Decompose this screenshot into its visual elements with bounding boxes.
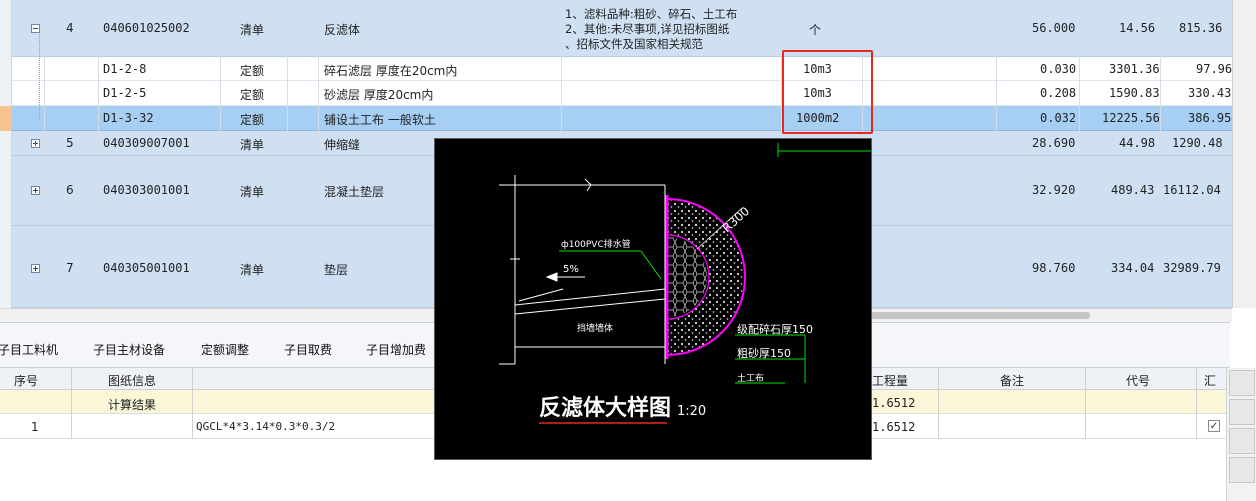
row-qty: 1.6512 [872, 420, 916, 434]
header-drawing: 图纸信息 [108, 374, 157, 388]
drawing-scale: 1:20 [677, 404, 706, 419]
sand-label: 粗砂厚150 [737, 347, 791, 360]
item-type: 清单 [240, 263, 265, 277]
item-qty: 98.760 [1032, 261, 1076, 275]
tab-main-materials[interactable]: 子目主材设备 [93, 341, 165, 358]
item-feature-line: 2、其他:未尽事项,详见招标图纸 [565, 22, 730, 36]
item-qty: 32.920 [1032, 183, 1076, 197]
result-label: 计算结果 [108, 398, 157, 412]
wall-outline [499, 175, 666, 365]
item-qty: 28.690 [1032, 136, 1076, 150]
tree-guide [39, 34, 40, 119]
side-button[interactable] [1229, 370, 1255, 396]
side-button[interactable] [1229, 428, 1255, 454]
tab-materials[interactable]: 子目工料机 [0, 341, 58, 358]
left-gutter [0, 0, 12, 308]
wall-label: 挡墙墙体 [577, 322, 613, 334]
item-code: 040305001001 [103, 261, 190, 275]
item-total: 32989.79 [1163, 261, 1221, 275]
item-type: 定额 [240, 88, 265, 102]
item-name: 砂滤层 厚度20cm内 [324, 88, 434, 102]
item-price: 14.56 [1119, 21, 1156, 35]
unit-highlight-box [782, 50, 873, 134]
item-qty: 56.000 [1032, 21, 1076, 35]
side-button[interactable] [1229, 399, 1255, 425]
item-price: 44.98 [1119, 136, 1156, 150]
item-name: 垫层 [324, 263, 349, 277]
item-price: 489.43 [1111, 183, 1155, 197]
item-name: 伸缩缝 [324, 138, 361, 152]
header-code: 代号 [1126, 374, 1151, 388]
expand-toggle-icon[interactable] [31, 186, 40, 195]
item-feature-line: 1、滤料品种:粗砂、碎石、土工布 [565, 7, 738, 21]
cad-drawing-svg: 5% ф100PVC排水管 R300 挡墙墙体 级配碎石厚150 粗砂厚150 … [499, 143, 871, 424]
formula-cell[interactable]: QGCL*4*3.14*0.3*0.3/2 [196, 420, 335, 433]
item-name: 碎石滤层 厚度在20cm内 [324, 64, 458, 78]
row-seq: 1 [31, 420, 39, 434]
row-number: 5 [66, 136, 74, 150]
item-code: 040303001001 [103, 183, 190, 197]
item-price: 1590.83 [1109, 86, 1160, 100]
item-code: 040601025002 [103, 21, 190, 35]
header-qty: 工程量 [872, 374, 909, 388]
item-price: 12225.56 [1102, 111, 1160, 125]
item-total: 1290.48 [1172, 136, 1223, 150]
radius-label: R300 [720, 204, 753, 235]
slope-label: 5% [563, 264, 579, 275]
item-code: D1-2-8 [103, 62, 147, 76]
row-number: 4 [66, 21, 74, 35]
vertical-scrollbar[interactable] [1232, 0, 1256, 308]
cad-drawing-image: 5% ф100PVC排水管 R300 挡墙墙体 级配碎石厚150 粗砂厚150 … [434, 138, 872, 460]
pipe-label: ф100PVC排水管 [561, 238, 631, 250]
collapse-toggle-icon[interactable] [31, 24, 40, 33]
item-unit: 个 [809, 23, 822, 37]
expand-toggle-icon[interactable] [31, 139, 40, 148]
item-type: 清单 [240, 185, 265, 199]
item-price: 334.04 [1111, 261, 1155, 275]
item-qty: 0.030 [1040, 62, 1077, 76]
tab-fees[interactable]: 子目取费 [284, 341, 332, 358]
item-qty: 0.032 [1040, 111, 1077, 125]
item-total: 330.43 [1188, 86, 1232, 100]
header-note: 备注 [1000, 374, 1025, 388]
expand-toggle-icon[interactable] [31, 264, 40, 273]
header-sum: 汇 [1204, 374, 1217, 388]
row-number: 6 [66, 183, 74, 197]
item-type: 清单 [240, 23, 265, 37]
item-total: 815.36 [1179, 21, 1223, 35]
item-type: 定额 [240, 64, 265, 78]
scrollbar-thumb[interactable] [860, 312, 1090, 319]
item-code: 040309007001 [103, 136, 190, 150]
item-qty: 0.208 [1040, 86, 1077, 100]
item-total: 386.95 [1188, 111, 1232, 125]
item-type: 定额 [240, 113, 265, 127]
item-code: D1-2-5 [103, 86, 147, 100]
row-marker [0, 106, 12, 131]
item-total: 97.96 [1196, 62, 1233, 76]
item-name: 铺设土工布 一般软土 [324, 113, 436, 127]
tab-quota-adjust[interactable]: 定额调整 [201, 341, 249, 358]
summary-checkbox[interactable]: ✓ [1208, 420, 1220, 432]
item-type: 清单 [240, 138, 265, 152]
item-name: 反滤体 [324, 23, 361, 37]
side-button-column [1226, 368, 1256, 501]
green-corner-mark [777, 143, 871, 157]
geotextile-label: 土工布 [737, 372, 764, 384]
item-price: 3301.36 [1109, 62, 1160, 76]
item-total: 16112.04 [1163, 183, 1221, 197]
side-button[interactable] [1229, 457, 1255, 483]
tab-extra-fees[interactable]: 子目增加费 [366, 341, 426, 358]
header-seq: 序号 [14, 374, 39, 388]
item-code: D1-3-32 [103, 111, 154, 125]
drawing-title: 反滤体大样图 [539, 395, 671, 421]
gravel-label: 级配碎石厚150 [737, 322, 813, 336]
item-feature-line: 、招标文件及国家相关规范 [565, 37, 703, 51]
result-qty: 1.6512 [872, 396, 916, 410]
item-name: 混凝土垫层 [324, 185, 385, 199]
row-number: 7 [66, 261, 74, 275]
